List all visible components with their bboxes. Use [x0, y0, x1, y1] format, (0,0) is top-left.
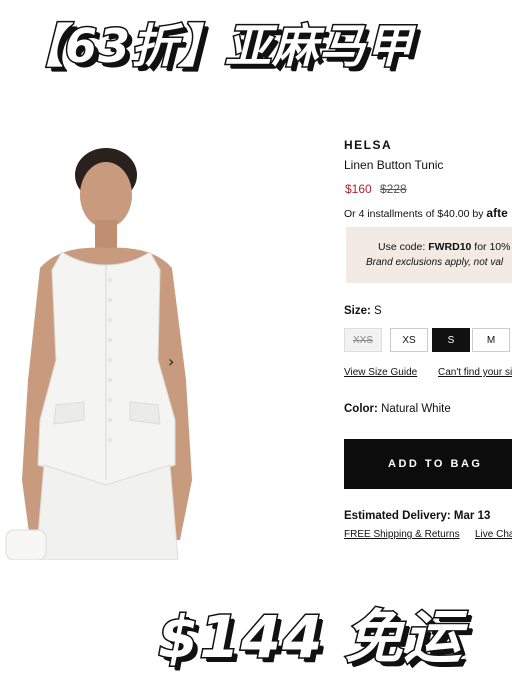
promo-price-bottom: $144 免运 [157, 602, 464, 673]
next-image-arrow[interactable]: › [168, 352, 182, 371]
afterpay-logo[interactable]: afte [486, 206, 507, 220]
color-label-key: Color: [344, 403, 378, 415]
add-to-bag-button[interactable]: ADD TO BAG [344, 439, 512, 489]
size-label-key: Size: [344, 305, 371, 317]
size-selected-value: S [374, 305, 382, 317]
original-price: $228 [380, 182, 407, 196]
size-label: Size: S [344, 305, 382, 317]
promo-prefix: Use code: [378, 241, 426, 253]
promo-code-line: Use code: FWRD10 for 10% [378, 241, 510, 253]
size-option-s[interactable]: S [432, 328, 470, 352]
color-label: Color: Natural White [344, 403, 451, 415]
product-name: Linen Button Tunic [344, 158, 444, 172]
size-option-m[interactable]: M [472, 328, 510, 352]
promo-banner: Use code: FWRD10 for 10% Brand exclusion… [346, 227, 512, 283]
color-value: Natural White [381, 403, 451, 415]
product-image[interactable] [0, 120, 215, 560]
installments-text: Or 4 installments of $40.00 by [344, 208, 484, 220]
promo-title-top: 【63折】亚麻马甲 [16, 18, 414, 75]
view-size-guide-link[interactable]: View Size Guide [344, 367, 417, 378]
promo-exclusions: Brand exclusions apply, not val [366, 257, 504, 268]
find-size-link[interactable]: Can't find your si [438, 367, 512, 378]
sale-price: $160 [345, 182, 372, 196]
installments-info: Or 4 installments of $40.00 by afte [344, 206, 508, 220]
promo-code: FWRD10 [428, 241, 472, 253]
promo-suffix: for 10% [474, 241, 511, 253]
live-chat-link[interactable]: Live Cha [475, 529, 512, 540]
size-option-xxs[interactable]: XXS [344, 328, 382, 352]
size-option-xs[interactable]: XS [390, 328, 428, 352]
brand-name[interactable]: HELSA [344, 138, 392, 152]
estimated-delivery: Estimated Delivery: Mar 13 [344, 510, 491, 522]
free-shipping-link[interactable]: FREE Shipping & Returns [344, 529, 460, 540]
